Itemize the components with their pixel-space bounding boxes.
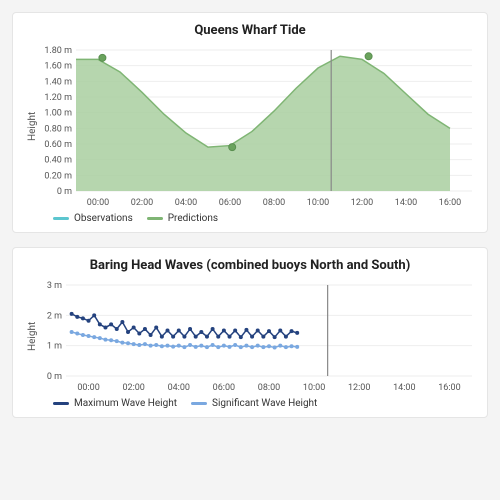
- waves-legend: Maximum Wave Height Significant Wave Hei…: [25, 394, 475, 409]
- waves-svg: 0 m 1 m 2 m 3 m 00:00 02:00 04:00 06:00 08:00 10:…: [38, 279, 476, 394]
- svg-text:1.80 m: 1.80 m: [44, 46, 72, 56]
- svg-text:12:00: 12:00: [351, 198, 373, 208]
- legend-max-wave-label: Maximum Wave Height: [74, 398, 177, 409]
- svg-text:0 m: 0 m: [47, 372, 62, 382]
- legend-predictions-label: Predictions: [168, 213, 218, 224]
- tide-legend: Observations Predictions: [25, 209, 475, 224]
- svg-text:0.40 m: 0.40 m: [44, 156, 72, 166]
- legend-max-wave: Maximum Wave Height: [53, 398, 177, 409]
- waves-ylabel: Height: [25, 279, 38, 394]
- svg-text:3 m: 3 m: [47, 281, 62, 291]
- svg-text:14:00: 14:00: [393, 383, 415, 393]
- svg-text:06:00: 06:00: [213, 383, 235, 393]
- tide-plot: 0 m 0.20 m 0.40 m 0.60 m 0.80 m 1.00 m 1.20 m 1…: [38, 44, 476, 209]
- svg-text:04:00: 04:00: [175, 198, 197, 208]
- svg-text:08:00: 08:00: [263, 198, 285, 208]
- svg-text:1 m: 1 m: [47, 342, 62, 352]
- waves-plot: 0 m 1 m 2 m 3 m 00:00 02:00 04:00 06:00 08:00 10:…: [38, 279, 476, 394]
- legend-observations: Observations: [53, 213, 133, 224]
- waves-title: Baring Head Waves (combined buoys North …: [25, 258, 475, 273]
- svg-text:16:00: 16:00: [439, 198, 461, 208]
- svg-text:10:00: 10:00: [307, 198, 329, 208]
- legend-sig-wave-label: Significant Wave Height: [212, 398, 317, 409]
- swatch-observations: [53, 217, 69, 220]
- tide-chart-card: Queens Wharf Tide Height 0 m 0.20 m 0.40 m…: [12, 12, 488, 233]
- svg-text:16:00: 16:00: [438, 383, 460, 393]
- svg-text:1.40 m: 1.40 m: [44, 77, 72, 87]
- svg-text:06:00: 06:00: [219, 198, 241, 208]
- svg-text:12:00: 12:00: [348, 383, 370, 393]
- tide-svg: 0 m 0.20 m 0.40 m 0.60 m 0.80 m 1.00 m 1.20 m 1…: [38, 44, 476, 209]
- svg-text:14:00: 14:00: [395, 198, 417, 208]
- swatch-max-wave: [53, 402, 69, 405]
- tide-title: Queens Wharf Tide: [25, 23, 475, 38]
- svg-text:00:00: 00:00: [77, 383, 99, 393]
- tide-chart-wrap: Height 0 m 0.20 m 0.40 m 0.60 m 0.80 m 1.00 m…: [25, 44, 475, 209]
- waves-chart-wrap: Height 0 m1 m2 m3 m00:0002:0004:0006:000…: [25, 279, 475, 394]
- svg-text:2 m: 2 m: [47, 311, 62, 321]
- waves-chart-card: Baring Head Waves (combined buoys North …: [12, 247, 488, 418]
- svg-text:0 m: 0 m: [57, 187, 72, 197]
- legend-sig-wave: Significant Wave Height: [191, 398, 317, 409]
- svg-text:0.60 m: 0.60 m: [44, 140, 72, 150]
- svg-text:1.20 m: 1.20 m: [44, 93, 72, 103]
- legend-predictions: Predictions: [147, 213, 218, 224]
- legend-observations-label: Observations: [74, 213, 133, 224]
- svg-text:02:00: 02:00: [122, 383, 144, 393]
- swatch-predictions: [147, 217, 163, 220]
- svg-text:1.00 m: 1.00 m: [44, 109, 72, 119]
- tide-ylabel: Height: [25, 44, 38, 209]
- svg-text:08:00: 08:00: [258, 383, 280, 393]
- svg-text:0.80 m: 0.80 m: [44, 124, 72, 134]
- svg-text:1.60 m: 1.60 m: [44, 62, 72, 72]
- svg-text:10:00: 10:00: [303, 383, 325, 393]
- svg-text:0.20 m: 0.20 m: [44, 171, 72, 181]
- svg-text:02:00: 02:00: [131, 198, 153, 208]
- svg-text:04:00: 04:00: [168, 383, 190, 393]
- swatch-sig-wave: [191, 402, 207, 405]
- svg-text:00:00: 00:00: [87, 198, 109, 208]
